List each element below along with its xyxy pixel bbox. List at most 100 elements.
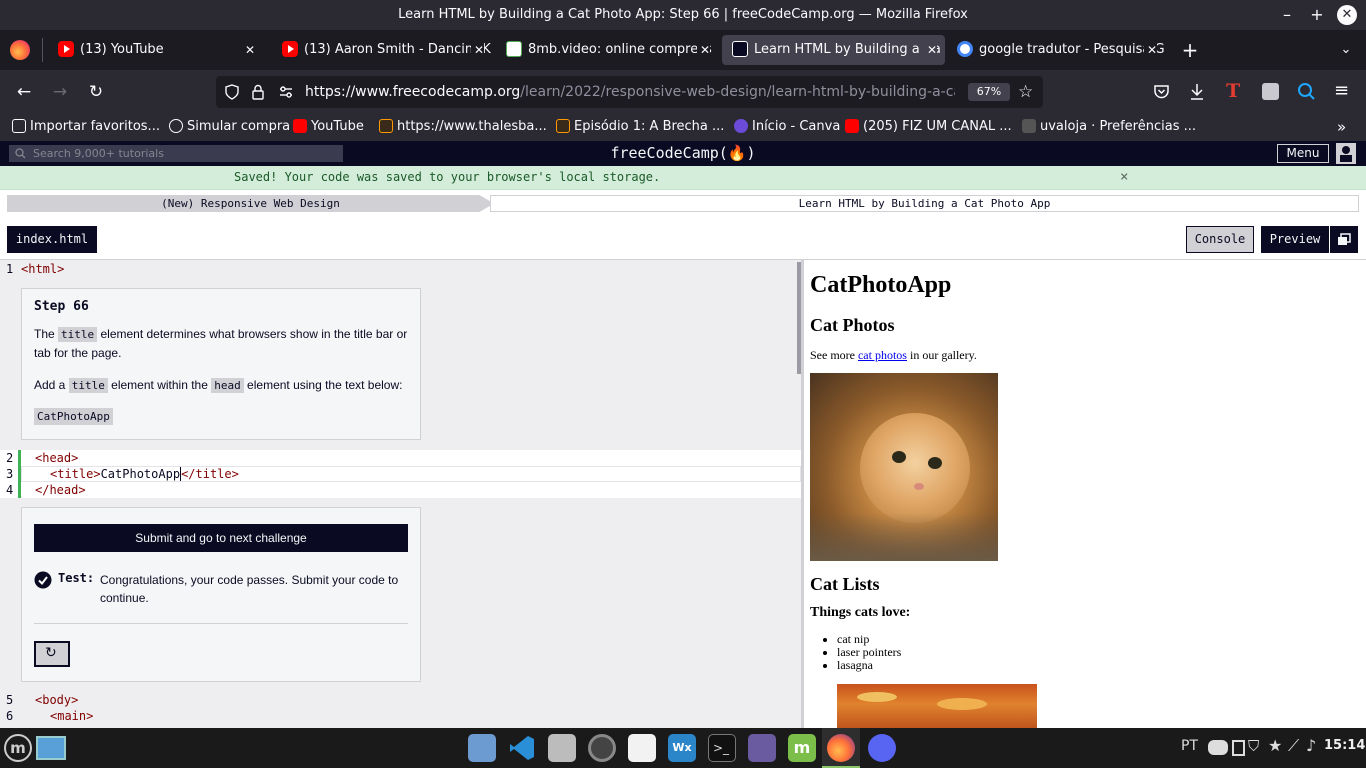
tab-close-icon[interactable]: ✕ [470, 35, 484, 65]
youtube-icon [845, 118, 859, 133]
cheese-blob [857, 692, 897, 702]
forward-icon[interactable]: → [48, 81, 72, 103]
hamburger-menu-icon[interactable]: ≡ [1334, 80, 1349, 102]
code-line[interactable]: </head> [35, 483, 86, 497]
preview-button[interactable]: Preview [1261, 226, 1329, 253]
divider [34, 623, 408, 624]
preview-pane[interactable]: CatPhotoApp Cat Photos See more cat phot… [804, 260, 1366, 728]
site-icon [379, 118, 393, 133]
kitten-image[interactable] [810, 373, 998, 561]
menu-button[interactable]: Menu [1277, 144, 1329, 163]
code-line[interactable]: <title>CatPhotoApp</title> [50, 467, 239, 481]
discord-icon[interactable] [868, 734, 896, 762]
breadcrumb-block[interactable]: Learn HTML by Building a Cat Photo App [490, 195, 1359, 212]
preview-popout-button[interactable] [1330, 226, 1358, 253]
minimize-icon[interactable]: – [1277, 5, 1297, 25]
terminal-icon[interactable]: >_ [708, 734, 736, 762]
reset-button[interactable]: ↻ [34, 641, 70, 667]
favorites-tray-icon[interactable]: ★ [1268, 736, 1282, 755]
test-label: Test: [58, 571, 95, 585]
text-editor-icon[interactable] [628, 734, 656, 762]
new-tab-icon[interactable]: + [1178, 38, 1202, 62]
shield-icon[interactable] [224, 84, 240, 100]
code-editor[interactable]: 1 <html> Step 66 The title element deter… [0, 260, 801, 728]
inline-code: CatPhotoApp [34, 408, 113, 425]
tab-close-icon[interactable]: ✕ [245, 35, 255, 65]
permissions-icon[interactable] [278, 84, 294, 100]
list-tabs-icon[interactable]: ⌄ [1334, 38, 1358, 62]
mintupdate-icon[interactable]: m [788, 734, 816, 762]
tab-8mb-video[interactable]: 8mb.video: online compress ✕ [496, 35, 718, 65]
extension-icon[interactable] [1262, 83, 1279, 100]
shield-tray-icon[interactable]: ⛉ [1248, 737, 1259, 755]
bookmark-simular-compra[interactable]: Simular compra [169, 117, 290, 137]
camera-icon[interactable] [588, 734, 616, 762]
pocket-icon[interactable] [1153, 84, 1170, 100]
lasagna-image[interactable] [837, 684, 1037, 728]
reload-icon[interactable]: ↻ [84, 81, 108, 103]
bookmark-thalesba[interactable]: https://www.thalesba... [379, 117, 547, 137]
tab-aaron-smith[interactable]: (13) Aaron Smith - Dancin (K ✕ [272, 35, 492, 65]
clipboard-tray-icon[interactable] [1232, 740, 1245, 756]
bookmark-label: https://www.thalesba... [397, 119, 547, 134]
bookmark-canva[interactable]: Início - Canva [734, 117, 840, 137]
flash-close-icon[interactable]: × [1120, 166, 1128, 189]
inline-code: title [68, 378, 108, 393]
video-editor-icon[interactable] [748, 734, 776, 762]
back-icon[interactable]: ← [12, 81, 36, 103]
file-tab-index-html[interactable]: index.html [7, 226, 97, 253]
vscode-icon[interactable] [508, 734, 536, 762]
window-title: Learn HTML by Building a Cat Photo App: … [398, 7, 968, 22]
firefox-menu-icon[interactable] [10, 40, 30, 60]
keyboard-layout-indicator[interactable]: PT [1181, 738, 1198, 754]
step-instruction: Add a title element within the head elem… [34, 376, 414, 395]
bookmark-star-icon[interactable]: ☆ [1018, 81, 1033, 103]
code-line[interactable]: <html> [21, 262, 64, 276]
maximize-icon[interactable]: + [1307, 5, 1327, 25]
code-line[interactable]: <head> [35, 451, 78, 465]
zoom-indicator[interactable]: 67% [968, 83, 1010, 101]
code-line[interactable]: <body> [35, 693, 78, 707]
calculator-icon[interactable] [548, 734, 576, 762]
submit-button[interactable]: Submit and go to next challenge [34, 524, 408, 552]
tab-close-icon[interactable]: ✕ [1143, 35, 1157, 65]
step-title: Step 66 [34, 299, 89, 314]
firefox-taskbar-active[interactable] [822, 728, 860, 768]
network-tray-icon[interactable]: ⟋ [1288, 736, 1299, 756]
more-bookmarks-icon[interactable]: » [1337, 117, 1346, 137]
files-icon[interactable] [468, 734, 496, 762]
tab-google-tradutor[interactable]: google tradutor - Pesquisa G ✕ [947, 35, 1165, 65]
breadcrumb-superblock[interactable]: (New) Responsive Web Design [7, 195, 494, 212]
url-text[interactable]: https://www.freecodecamp.org/learn/2022/… [305, 76, 955, 108]
tab-freecodecamp[interactable]: Learn HTML by Building a Ca ✕ [722, 35, 945, 65]
code-line[interactable]: <main> [50, 709, 93, 723]
globe-icon [169, 118, 183, 133]
saved-flash-message: Saved! Your code was saved to your brows… [0, 166, 1366, 190]
lock-icon[interactable] [251, 84, 265, 100]
show-desktop-icon[interactable] [36, 736, 66, 760]
clock[interactable]: 15:14 [1324, 738, 1365, 753]
tab-close-icon[interactable]: ✕ [696, 35, 710, 65]
youtube-icon [58, 40, 74, 57]
bookmark-episodio[interactable]: Episódio 1: A Brecha ... [556, 117, 724, 137]
close-window-icon[interactable]: ✕ [1337, 5, 1357, 25]
bookmark-uvaloja[interactable]: uvaloja · Preferências ... [1022, 117, 1196, 137]
url-bar[interactable]: https://www.freecodecamp.org/learn/2022/… [216, 76, 1043, 108]
tab-youtube[interactable]: (13) YouTube ✕ [48, 35, 263, 65]
discord-tray-icon[interactable] [1208, 740, 1228, 755]
fcc-logo[interactable]: freeCodeCamp(🔥) [0, 141, 1366, 166]
downloads-icon[interactable] [1189, 83, 1205, 101]
mint-menu-icon[interactable]: m [4, 734, 32, 762]
search-extension-icon[interactable] [1297, 82, 1315, 100]
translate-extension-icon[interactable]: T [1226, 80, 1240, 102]
bookmark-importar[interactable]: Importar favoritos... [12, 117, 160, 137]
wx-app-icon[interactable]: Wx [668, 734, 696, 762]
console-button[interactable]: Console [1186, 226, 1254, 253]
bookmark-fiz-um-canal[interactable]: (205) FIZ UM CANAL ... [845, 117, 1012, 137]
tab-close-icon[interactable]: ✕ [923, 35, 937, 65]
bookmark-youtube[interactable]: YouTube [293, 117, 364, 137]
cat-photos-link[interactable]: cat photos [858, 348, 907, 362]
paragraph-text: See more [810, 348, 858, 362]
sound-tray-icon[interactable]: ♪ [1306, 736, 1316, 755]
avatar[interactable] [1336, 143, 1356, 164]
